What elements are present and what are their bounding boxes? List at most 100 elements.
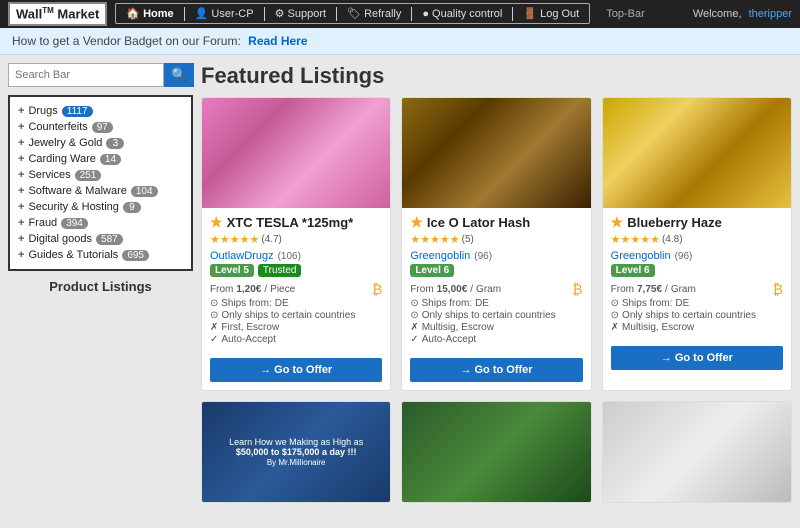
- info-ships-note-3: ⊙ Only ships to certain countries: [611, 310, 783, 321]
- welcome-message: Welcome, theripper: [693, 8, 792, 20]
- nav-menu: 🏠 Home 👤 User-CP ⚙ Support 🏷 Refrally ● …: [115, 3, 590, 24]
- listing-image-6: [603, 402, 791, 502]
- info-escrow1-3: ✗ Multisig, Escrow: [611, 322, 783, 333]
- info-price-3: From 7,75€/Gram ₿: [611, 281, 783, 297]
- site-logo[interactable]: WallTM Market: [8, 2, 107, 25]
- cat-badge-counterfeits: 97: [92, 122, 113, 133]
- search-button[interactable]: 🔍: [164, 63, 194, 87]
- seller-name-2[interactable]: Greengoblin: [410, 250, 470, 262]
- cat-digital[interactable]: + Digital goods 587: [18, 231, 183, 247]
- listing-image-2: [402, 98, 590, 208]
- info-ships-3: ⊙ Ships from: DE: [611, 298, 783, 309]
- notice-bar: How to get a Vendor Badget on our Forum:…: [0, 28, 800, 55]
- bitcoin-icon-3: ₿: [773, 281, 783, 297]
- cat-badge-services: 251: [75, 170, 102, 181]
- listing-card-2: ★ Ice O Lator Hash ★★★★★ (5) Greengoblin…: [401, 97, 591, 391]
- cat-badge-software: 104: [131, 186, 158, 197]
- cat-plus-icon: +: [18, 201, 24, 213]
- listing-card-1: ★ XTC TESLA *125mg* ★★★★★ (4.7) OutlawDr…: [201, 97, 391, 391]
- info-escrow1-2: ✗ Multisig, Escrow: [410, 322, 582, 333]
- nav-home[interactable]: 🏠 Home: [120, 5, 179, 22]
- cat-fraud[interactable]: + Fraud 394: [18, 215, 183, 231]
- listing-body-3: ★ Blueberry Haze ★★★★★ (4.8) Greengoblin…: [603, 208, 791, 340]
- cat-badge-carding: 14: [100, 154, 121, 165]
- featured-title: Featured Listings: [201, 63, 792, 89]
- cat-plus-icon: +: [18, 169, 24, 181]
- cat-plus-icon: +: [18, 121, 24, 133]
- nav-support[interactable]: ⚙ Support: [269, 5, 332, 22]
- seller-name-1[interactable]: OutlawDrugz: [210, 250, 274, 262]
- cat-jewelry[interactable]: + Jewelry & Gold 3: [18, 135, 183, 151]
- listing-title-1: ★ XTC TESLA *125mg*: [210, 214, 382, 231]
- sidebar: 🔍 + Drugs 1117 + Counterfeits 97 + Jewel…: [8, 63, 193, 503]
- info-price-2: From 15,00€/Gram ₿: [410, 281, 582, 297]
- info-ships-note-2: ⊙ Only ships to certain countries: [410, 310, 582, 321]
- go-to-offer-3[interactable]: → Go to Offer: [611, 346, 783, 370]
- cat-plus-icon: +: [18, 249, 24, 261]
- category-box: + Drugs 1117 + Counterfeits 97 + Jewelry…: [8, 95, 193, 271]
- cat-guides[interactable]: + Guides & Tutorials 695: [18, 247, 183, 263]
- cat-drugs[interactable]: + Drugs 1117: [18, 103, 183, 119]
- nav-quality-control[interactable]: ● Quality control: [416, 6, 508, 22]
- stars-row-2: ★★★★★ (5): [410, 233, 582, 246]
- cat-plus-icon: +: [18, 105, 24, 117]
- go-to-offer-2[interactable]: → Go to Offer: [410, 358, 582, 382]
- seller-count-3: (96): [675, 251, 693, 262]
- bitcoin-icon-2: ₿: [572, 281, 582, 297]
- notice-link[interactable]: Read Here: [248, 34, 307, 48]
- seller-row-2: Greengoblin (96): [410, 250, 582, 262]
- cat-security[interactable]: + Security & Hosting 9: [18, 199, 183, 215]
- star-icon: ★: [611, 214, 624, 231]
- listing-body-1: ★ XTC TESLA *125mg* ★★★★★ (4.7) OutlawDr…: [202, 208, 390, 352]
- seller-count-2: (96): [474, 251, 492, 262]
- listing-image-5: [402, 402, 590, 502]
- top-bar-label: Top-Bar: [606, 8, 645, 20]
- listing-card-6: [602, 401, 792, 503]
- listing-image-1: [202, 98, 390, 208]
- info-ships-note-1: ⊙ Only ships to certain countries: [210, 310, 382, 321]
- listing-image-4: Learn How we Making as High as$50,000 to…: [202, 402, 390, 502]
- nav-user-cp[interactable]: 👤 User-CP: [189, 5, 260, 22]
- listing-card-5: [401, 401, 591, 503]
- cat-plus-icon: +: [18, 137, 24, 149]
- go-to-offer-1[interactable]: → Go to Offer: [210, 358, 382, 382]
- stars-row-3: ★★★★★ (4.8): [611, 233, 783, 246]
- cat-software[interactable]: + Software & Malware 104: [18, 183, 183, 199]
- star-icon: ★: [210, 214, 223, 231]
- cat-plus-icon: +: [18, 217, 24, 229]
- listing-body-2: ★ Ice O Lator Hash ★★★★★ (5) Greengoblin…: [402, 208, 590, 352]
- info-ships-2: ⊙ Ships from: DE: [410, 298, 582, 309]
- info-escrow1-1: ✗ First, Escrow: [210, 322, 382, 333]
- nav-logout[interactable]: 🚪 Log Out: [517, 5, 585, 22]
- info-ships-1: ⊙ Ships from: DE: [210, 298, 382, 309]
- star-icon: ★: [410, 214, 423, 231]
- main-layout: 🔍 + Drugs 1117 + Counterfeits 97 + Jewel…: [0, 55, 800, 511]
- seller-row-3: Greengoblin (96): [611, 250, 783, 262]
- topbar: WallTM Market 🏠 Home 👤 User-CP ⚙ Support…: [0, 0, 800, 28]
- cat-services[interactable]: + Services 251: [18, 167, 183, 183]
- cat-badge-fraud: 394: [61, 218, 88, 229]
- info-price-1: From 1,20€/Piece ₿: [210, 281, 382, 297]
- cat-carding[interactable]: + Carding Ware 14: [18, 151, 183, 167]
- seller-name-3[interactable]: Greengoblin: [611, 250, 671, 262]
- cat-badge-jewelry: 3: [106, 138, 124, 149]
- cat-counterfeits[interactable]: + Counterfeits 97: [18, 119, 183, 135]
- cat-badge-drugs: 1117: [62, 106, 93, 117]
- listing-card-3: ★ Blueberry Haze ★★★★★ (4.8) Greengoblin…: [602, 97, 792, 391]
- cat-plus-icon: +: [18, 153, 24, 165]
- listing-image-3: [603, 98, 791, 208]
- listing-title-3: ★ Blueberry Haze: [611, 214, 783, 231]
- search-bar-container: 🔍: [8, 63, 193, 87]
- search-input[interactable]: [8, 63, 164, 87]
- cat-plus-icon: +: [18, 233, 24, 245]
- seller-count-1: (106): [278, 251, 301, 262]
- level-badge-2: Level 6: [410, 264, 454, 277]
- nav-refrally[interactable]: 🏷 Refrally: [341, 5, 407, 22]
- cat-badge-security: 9: [123, 202, 141, 213]
- info-escrow2-2: ✓ Auto-Accept: [410, 334, 582, 345]
- content-area: Featured Listings ★ XTC TESLA *125mg* ★★…: [201, 63, 792, 503]
- listings-grid: ★ XTC TESLA *125mg* ★★★★★ (4.7) OutlawDr…: [201, 97, 792, 503]
- info-escrow2-1: ✓ Auto-Accept: [210, 334, 382, 345]
- stars-row-1: ★★★★★ (4.7): [210, 233, 382, 246]
- bitcoin-icon-1: ₿: [372, 281, 382, 297]
